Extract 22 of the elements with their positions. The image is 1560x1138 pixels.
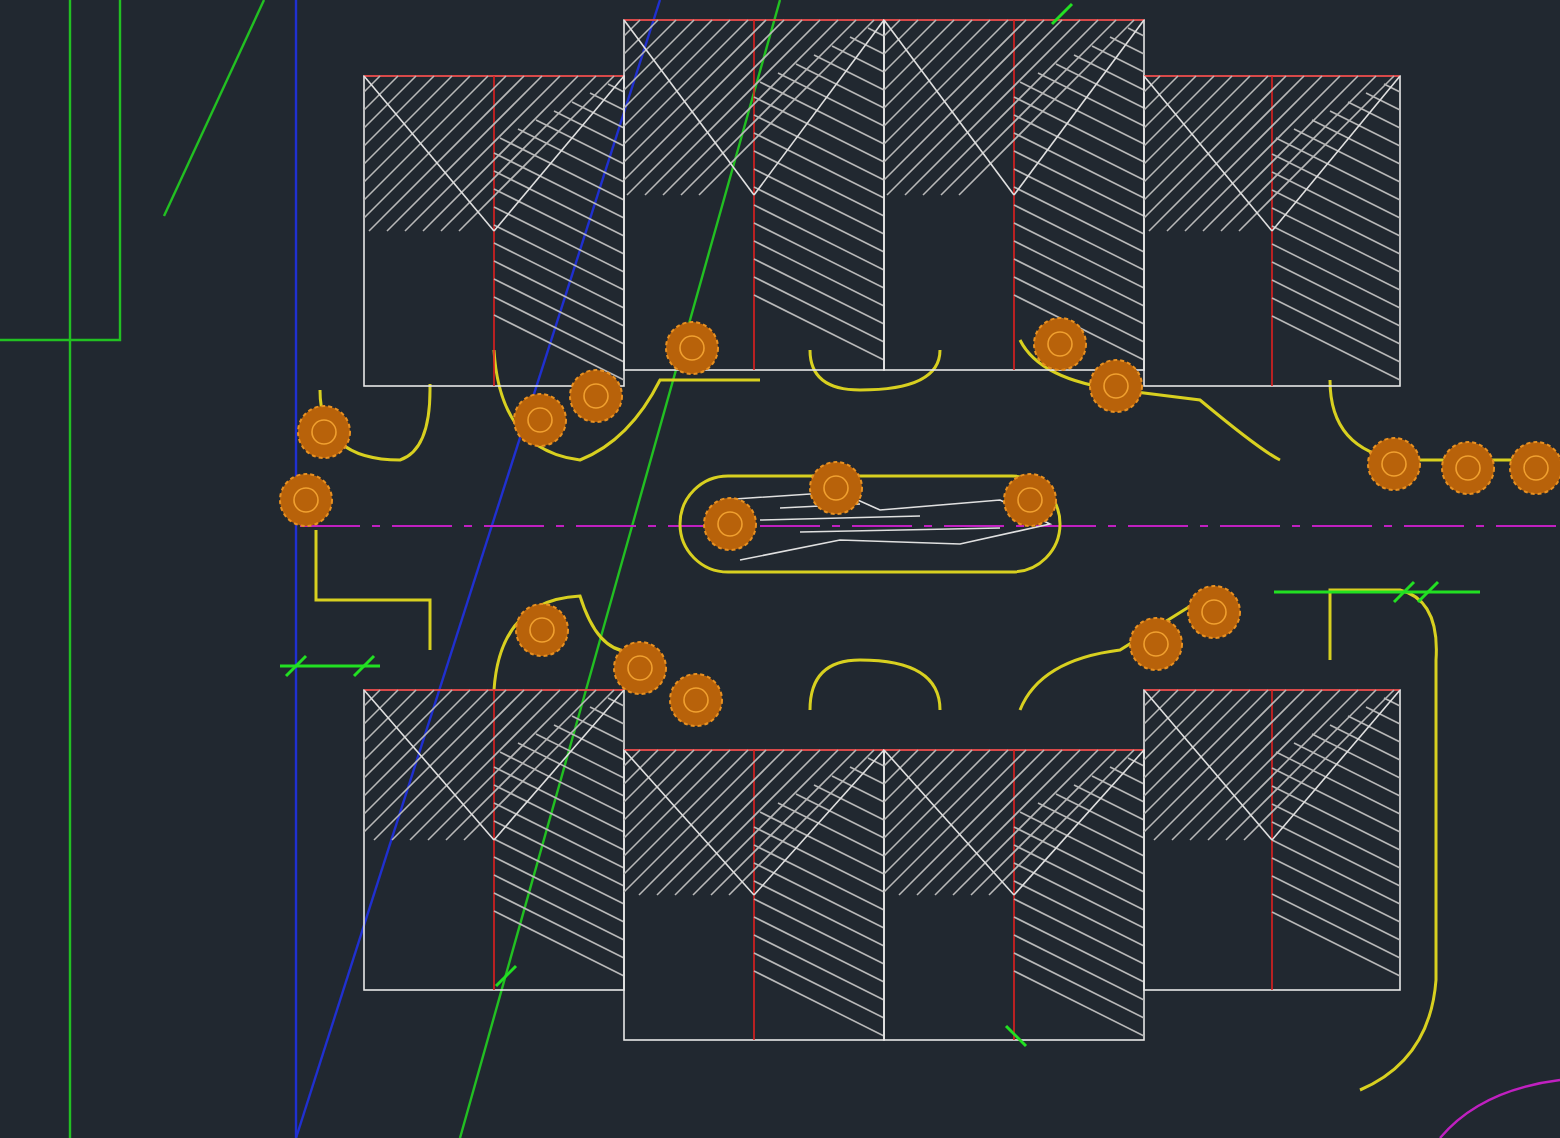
tree-icon — [279, 473, 333, 527]
tree-icon — [665, 321, 719, 375]
tree-icon — [513, 393, 567, 447]
tree-icon — [297, 405, 351, 459]
tree-icon — [1033, 317, 1087, 371]
road-edge-line — [808, 658, 942, 711]
arc-line — [1439, 1078, 1560, 1138]
road-edge-line — [314, 530, 432, 650]
tree-icon — [1129, 617, 1183, 671]
tree-icon — [1367, 437, 1421, 491]
tree-icon — [1187, 585, 1241, 639]
tree-icon — [809, 461, 863, 515]
road-edge-line — [808, 349, 942, 392]
tree-icon — [569, 369, 623, 423]
tree-icon — [1441, 441, 1495, 495]
tree-icon — [1509, 441, 1560, 495]
tree-icon — [613, 641, 667, 695]
tree-icon — [669, 673, 723, 727]
tree-icon — [703, 497, 757, 551]
tree-icon — [515, 603, 569, 657]
tree-icon — [1089, 359, 1143, 413]
tree-icon — [1003, 473, 1057, 527]
